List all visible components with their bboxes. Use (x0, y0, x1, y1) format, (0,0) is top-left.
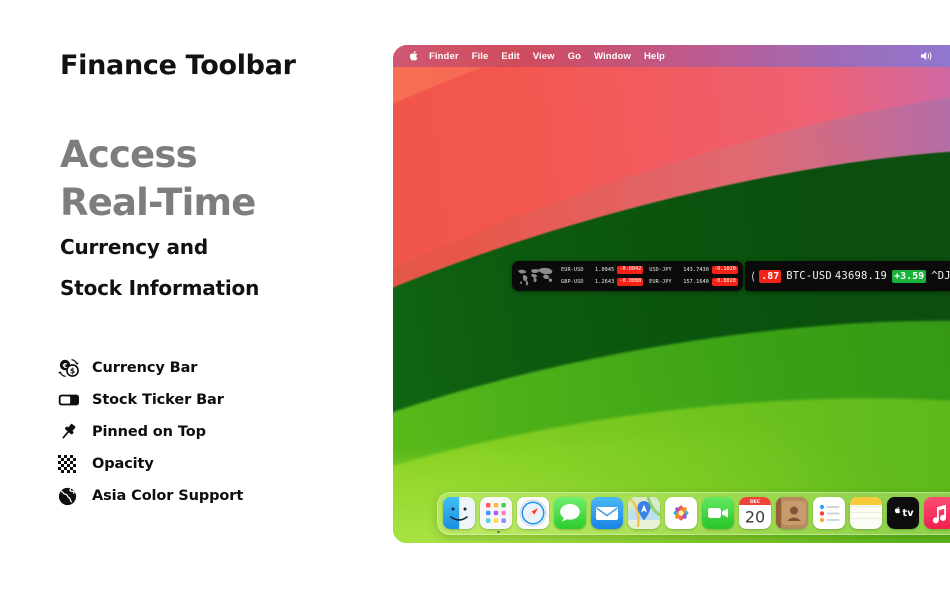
menu-item-view[interactable]: View (533, 51, 555, 62)
feature-label: Pinned on Top (92, 424, 206, 440)
poster-page: Finance Toolbar Access Real-Time Currenc… (0, 0, 950, 594)
world-map-icon (515, 264, 555, 288)
currency-symbol: USD-JPY (649, 267, 672, 273)
dock-item-messages[interactable] (554, 497, 586, 529)
currency-column-right: USD-JPY 143.7430 -0.1020 EUR-JPY 157.164… (649, 264, 738, 288)
feature-label: Asia Color Support (92, 488, 244, 504)
feature-item-pinned-on-top: Pinned on Top (58, 416, 388, 448)
globe-icon (58, 483, 92, 509)
feature-label: Stock Ticker Bar (92, 392, 224, 408)
dock-item-launchpad[interactable] (480, 497, 512, 529)
dock-item-contacts[interactable] (776, 497, 808, 529)
macos-desktop-screenshot: Finder File Edit View Go Window Help EUR… (393, 45, 950, 543)
dock-item-music[interactable] (924, 497, 950, 529)
currency-bar[interactable]: EUR-USD 1.0945 -0.0042 GBP-USD 1.2643 -0… (512, 261, 743, 291)
currency-change: -0.0088 (617, 278, 644, 286)
dock-item-photos[interactable] (665, 497, 697, 529)
chevron-left-icon[interactable]: ⟨ (751, 270, 755, 283)
ticker-change: +3.59 (892, 269, 927, 283)
dock-item-notes[interactable] (850, 497, 882, 529)
menu-item-go[interactable]: Go (568, 51, 581, 62)
dock-item-maps[interactable] (628, 497, 660, 529)
feature-label: Opacity (92, 456, 154, 472)
app-title: Finance Toolbar (60, 50, 296, 81)
headline-line-2: Real-Time (60, 181, 256, 224)
feature-item-asia-color-support: Asia Color Support (58, 480, 388, 512)
currency-row: USD-JPY 143.7430 -0.1020 (649, 264, 738, 276)
finance-toolbar-overlay[interactable]: EUR-USD 1.0945 -0.0042 GBP-USD 1.2643 -0… (512, 261, 950, 291)
currency-row: EUR-JPY 157.1640 -0.8020 (649, 276, 738, 288)
currency-change: -0.8020 (712, 278, 738, 286)
dock-item-appletv[interactable]: tv (887, 497, 919, 529)
currency-value: 143.7430 (683, 267, 710, 273)
calendar-day: 20 (745, 508, 765, 527)
feature-item-currency-bar: € $ Currency Bar (58, 352, 388, 384)
ticker-next-symbol: ^DJI (931, 270, 950, 282)
headline-block: Access Real-Time Currency and Stock Info… (60, 131, 390, 309)
ticker-bar-icon (58, 387, 92, 413)
currency-change: -0.0042 (617, 266, 644, 274)
menu-bar: Finder File Edit View Go Window Help (393, 45, 950, 67)
currency-columns: EUR-USD 1.0945 -0.0042 GBP-USD 1.2643 -0… (555, 264, 738, 288)
currency-row: EUR-USD 1.0945 -0.0042 (561, 264, 644, 276)
marketing-panel: Finance Toolbar Access Real-Time Currenc… (0, 0, 392, 594)
svg-text:$: $ (70, 367, 75, 376)
dock-item-facetime[interactable] (702, 497, 734, 529)
currency-value: 1.2643 (595, 279, 615, 285)
checkerboard-opacity-icon (58, 451, 92, 477)
dock-item-reminders[interactable] (813, 497, 845, 529)
currency-column-left: EUR-USD 1.0945 -0.0042 GBP-USD 1.2643 -0… (561, 264, 644, 288)
currency-symbol: EUR-USD (561, 267, 584, 273)
menu-item-window[interactable]: Window (594, 51, 631, 62)
headline-line-3: Currency and (60, 235, 208, 259)
svg-text:tv: tv (902, 508, 914, 519)
apple-logo-icon[interactable] (409, 50, 419, 62)
desktop-wallpaper (393, 45, 950, 543)
dock: DEC 20 tv (437, 492, 950, 535)
headline-line-4: Stock Information (60, 276, 260, 300)
menu-item-file[interactable]: File (472, 51, 489, 62)
currency-change: -0.1020 (712, 266, 738, 274)
feature-item-stock-ticker-bar: Stock Ticker Bar (58, 384, 388, 416)
volume-speaker-icon[interactable] (920, 50, 942, 62)
ticker-leading-change: .87 (759, 269, 782, 283)
dock-item-finder[interactable] (443, 497, 475, 529)
currency-symbol: GBP-USD (561, 279, 584, 285)
menu-item-edit[interactable]: Edit (501, 51, 519, 62)
currency-row: GBP-USD 1.2643 -0.0088 (561, 276, 644, 288)
menu-item-finder[interactable]: Finder (429, 51, 459, 62)
stock-ticker-bar[interactable]: ⟨ .87 BTC-USD 43698.19 +3.59 ^DJI 37179 (744, 261, 950, 291)
feature-label: Currency Bar (92, 360, 198, 376)
currency-symbol: EUR-JPY (649, 279, 672, 285)
dock-item-calendar[interactable]: DEC 20 (739, 497, 771, 529)
currency-value: 1.0945 (595, 267, 615, 273)
finder-running-indicator (497, 530, 500, 533)
dock-item-safari[interactable] (517, 497, 549, 529)
currency-value: 157.1640 (683, 279, 710, 285)
menu-item-help[interactable]: Help (644, 51, 665, 62)
currency-exchange-icon: € $ (58, 355, 92, 381)
pushpin-icon (58, 419, 92, 445)
feature-list: € $ Currency Bar Stock Ticker Bar Pinned… (58, 352, 388, 512)
headline-line-1: Access (60, 133, 198, 176)
calendar-month: DEC (750, 499, 761, 505)
feature-item-opacity: Opacity (58, 448, 388, 480)
dock-item-mail[interactable] (591, 497, 623, 529)
ticker-symbol: BTC-USD (786, 270, 832, 282)
ticker-price: 43698.19 (834, 270, 888, 282)
